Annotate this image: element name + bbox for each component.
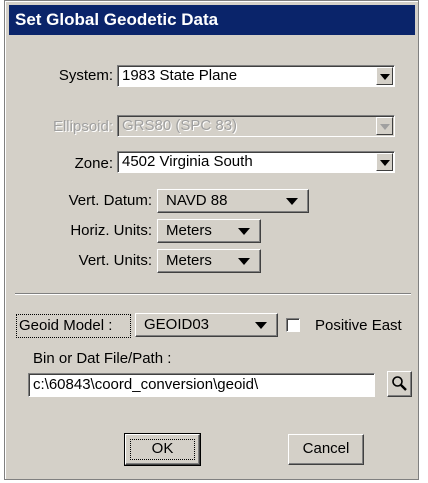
- ok-button[interactable]: OK: [124, 433, 201, 466]
- magnifier-icon: [392, 376, 407, 391]
- cancel-label: Cancel: [302, 440, 350, 457]
- ellipsoid-select: GRS80 (SPC 83): [117, 115, 395, 137]
- triangle-down-icon: [286, 198, 298, 205]
- ok-focus-rect: [130, 439, 195, 460]
- geoid-model-dropdown[interactable]: GEOID03: [135, 313, 278, 337]
- vert-datum-value: NAVD 88: [166, 192, 228, 209]
- system-dropdown-arrow[interactable]: [376, 67, 393, 85]
- zone-value: 4502 Virginia South: [122, 153, 253, 170]
- file-path-label: Bin or Dat File/Path :: [33, 350, 172, 367]
- horiz-units-value: Meters: [166, 222, 212, 239]
- triangle-down-icon: [255, 322, 267, 329]
- geoid-model-value: GEOID03: [144, 316, 210, 333]
- file-path-input[interactable]: c:\60843\coord_conversion\geoid\: [28, 373, 375, 397]
- ellipsoid-label: Ellipsoid:: [52, 118, 113, 135]
- positive-east-checkbox[interactable]: [286, 318, 300, 332]
- triangle-down-icon: [238, 258, 250, 265]
- ellipsoid-dropdown-arrow: [376, 117, 393, 135]
- vert-datum-label: Vert. Datum:: [68, 192, 152, 209]
- geodetic-dialog: Set Global Geodetic Data System: 1983 St…: [4, 0, 419, 480]
- triangle-down-icon: [238, 228, 250, 235]
- vert-datum-dropdown[interactable]: NAVD 88: [157, 189, 309, 213]
- browse-button[interactable]: [387, 371, 412, 397]
- file-path-value: c:\60843\coord_conversion\geoid\: [33, 376, 259, 393]
- vert-units-value: Meters: [166, 252, 212, 269]
- ellipsoid-value: GRS80 (SPC 83): [122, 117, 238, 134]
- zone-select[interactable]: 4502 Virginia South: [117, 151, 395, 173]
- vert-units-label: Vert. Units:: [78, 252, 152, 269]
- system-select[interactable]: 1983 State Plane: [117, 65, 395, 87]
- zone-dropdown-arrow[interactable]: [376, 153, 393, 171]
- zone-label: Zone:: [74, 155, 113, 172]
- horiz-units-label: Horiz. Units:: [70, 222, 152, 239]
- cancel-button[interactable]: Cancel: [288, 434, 364, 465]
- geoid-model-label: Geoid Model :: [19, 317, 113, 334]
- horiz-units-dropdown[interactable]: Meters: [157, 219, 261, 243]
- dialog-title: Set Global Geodetic Data: [15, 10, 219, 29]
- triangle-down-icon: [379, 124, 390, 130]
- separator: [15, 293, 411, 295]
- triangle-down-icon: [379, 160, 390, 166]
- title-bar: Set Global Geodetic Data: [9, 5, 415, 35]
- system-label: System:: [58, 67, 113, 84]
- vert-units-dropdown[interactable]: Meters: [157, 249, 261, 273]
- positive-east-label[interactable]: Positive East: [315, 317, 402, 334]
- system-value: 1983 State Plane: [122, 67, 238, 84]
- triangle-down-icon: [379, 74, 390, 80]
